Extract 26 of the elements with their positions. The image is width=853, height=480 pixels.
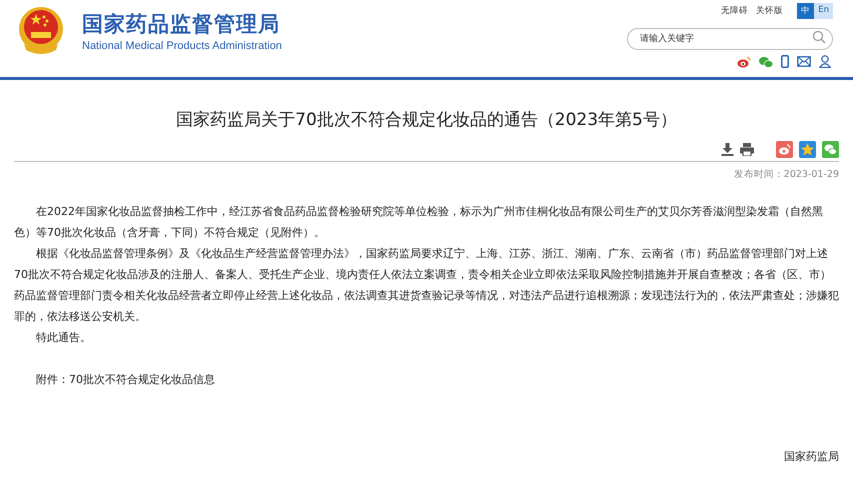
mail-icon[interactable] [797,56,811,67]
language-tab[interactable]: En [814,2,833,18]
top-link[interactable]: 关怀版 [756,4,784,16]
article-title: 国家药监局关于70批次不符合规定化妆品的通告（2023年第5号） [175,109,678,131]
top-link[interactable]: 无障碍 [721,4,748,16]
signature: 国家药监局 [784,449,839,464]
article-paragraph: 特此通告。 [35,330,92,346]
article-paragraph: 在2022年国家化妆品监督抽检工作中，经江苏省食品药品监督检验研究院等单位检验，标示为广州市佳桐化妆品有限公司生产的艾贝尔芳香滋润型染发霜（自然黑色）等70批次化妆品（含牙膏，下同）不符合规定（见附件）。 [14,204,824,241]
attachment-link[interactable]: 附件：70批次不符合规定化妆品信息 [14,369,839,390]
star-share-icon[interactable] [799,141,816,158]
weibo-icon[interactable] [737,56,751,68]
language-tab[interactable]: 中 [797,2,814,18]
publish-date: 发布时间：2023-01-29 [734,168,839,181]
site-title: 国家药品监督管理局 [82,11,281,38]
weibo-share-icon[interactable] [776,141,793,158]
phone-icon[interactable] [781,55,789,68]
download-icon[interactable] [721,143,734,156]
search-icon[interactable] [812,30,826,44]
site-subtitle: National Medical Products Administration [82,40,282,52]
wechat-icon[interactable] [759,56,773,68]
emblem-logo [16,6,66,56]
print-icon[interactable] [740,143,754,156]
wechat-share-icon[interactable] [822,141,839,158]
search-field[interactable]: 请输入关键字 [627,28,833,50]
user-icon[interactable] [819,55,831,68]
article-paragraph: 根据《化妆品监督管理条例》及《化妆品生产经营监督管理办法》，国家药监局要求辽宁、上海、江苏、浙江、湖南、广东、云南省（市）药品监督管理部门对上述70批次不符合规定化妆品涉及的注册人、备案人、受托生产企业、境内责任人依法立案调查，责令相关企业立即依法采取风险控制措施并开展自查整改；各省（区、市）药品监督管理部门责令相关化妆品经营者立即停止经营上述化妆品，依法调查其进货查验记录等情况，对违法产品进行追根溯源；发现违法行为的，依法严肃查处；涉嫌犯罪的，依法移送公安机关。 [14,246,839,325]
